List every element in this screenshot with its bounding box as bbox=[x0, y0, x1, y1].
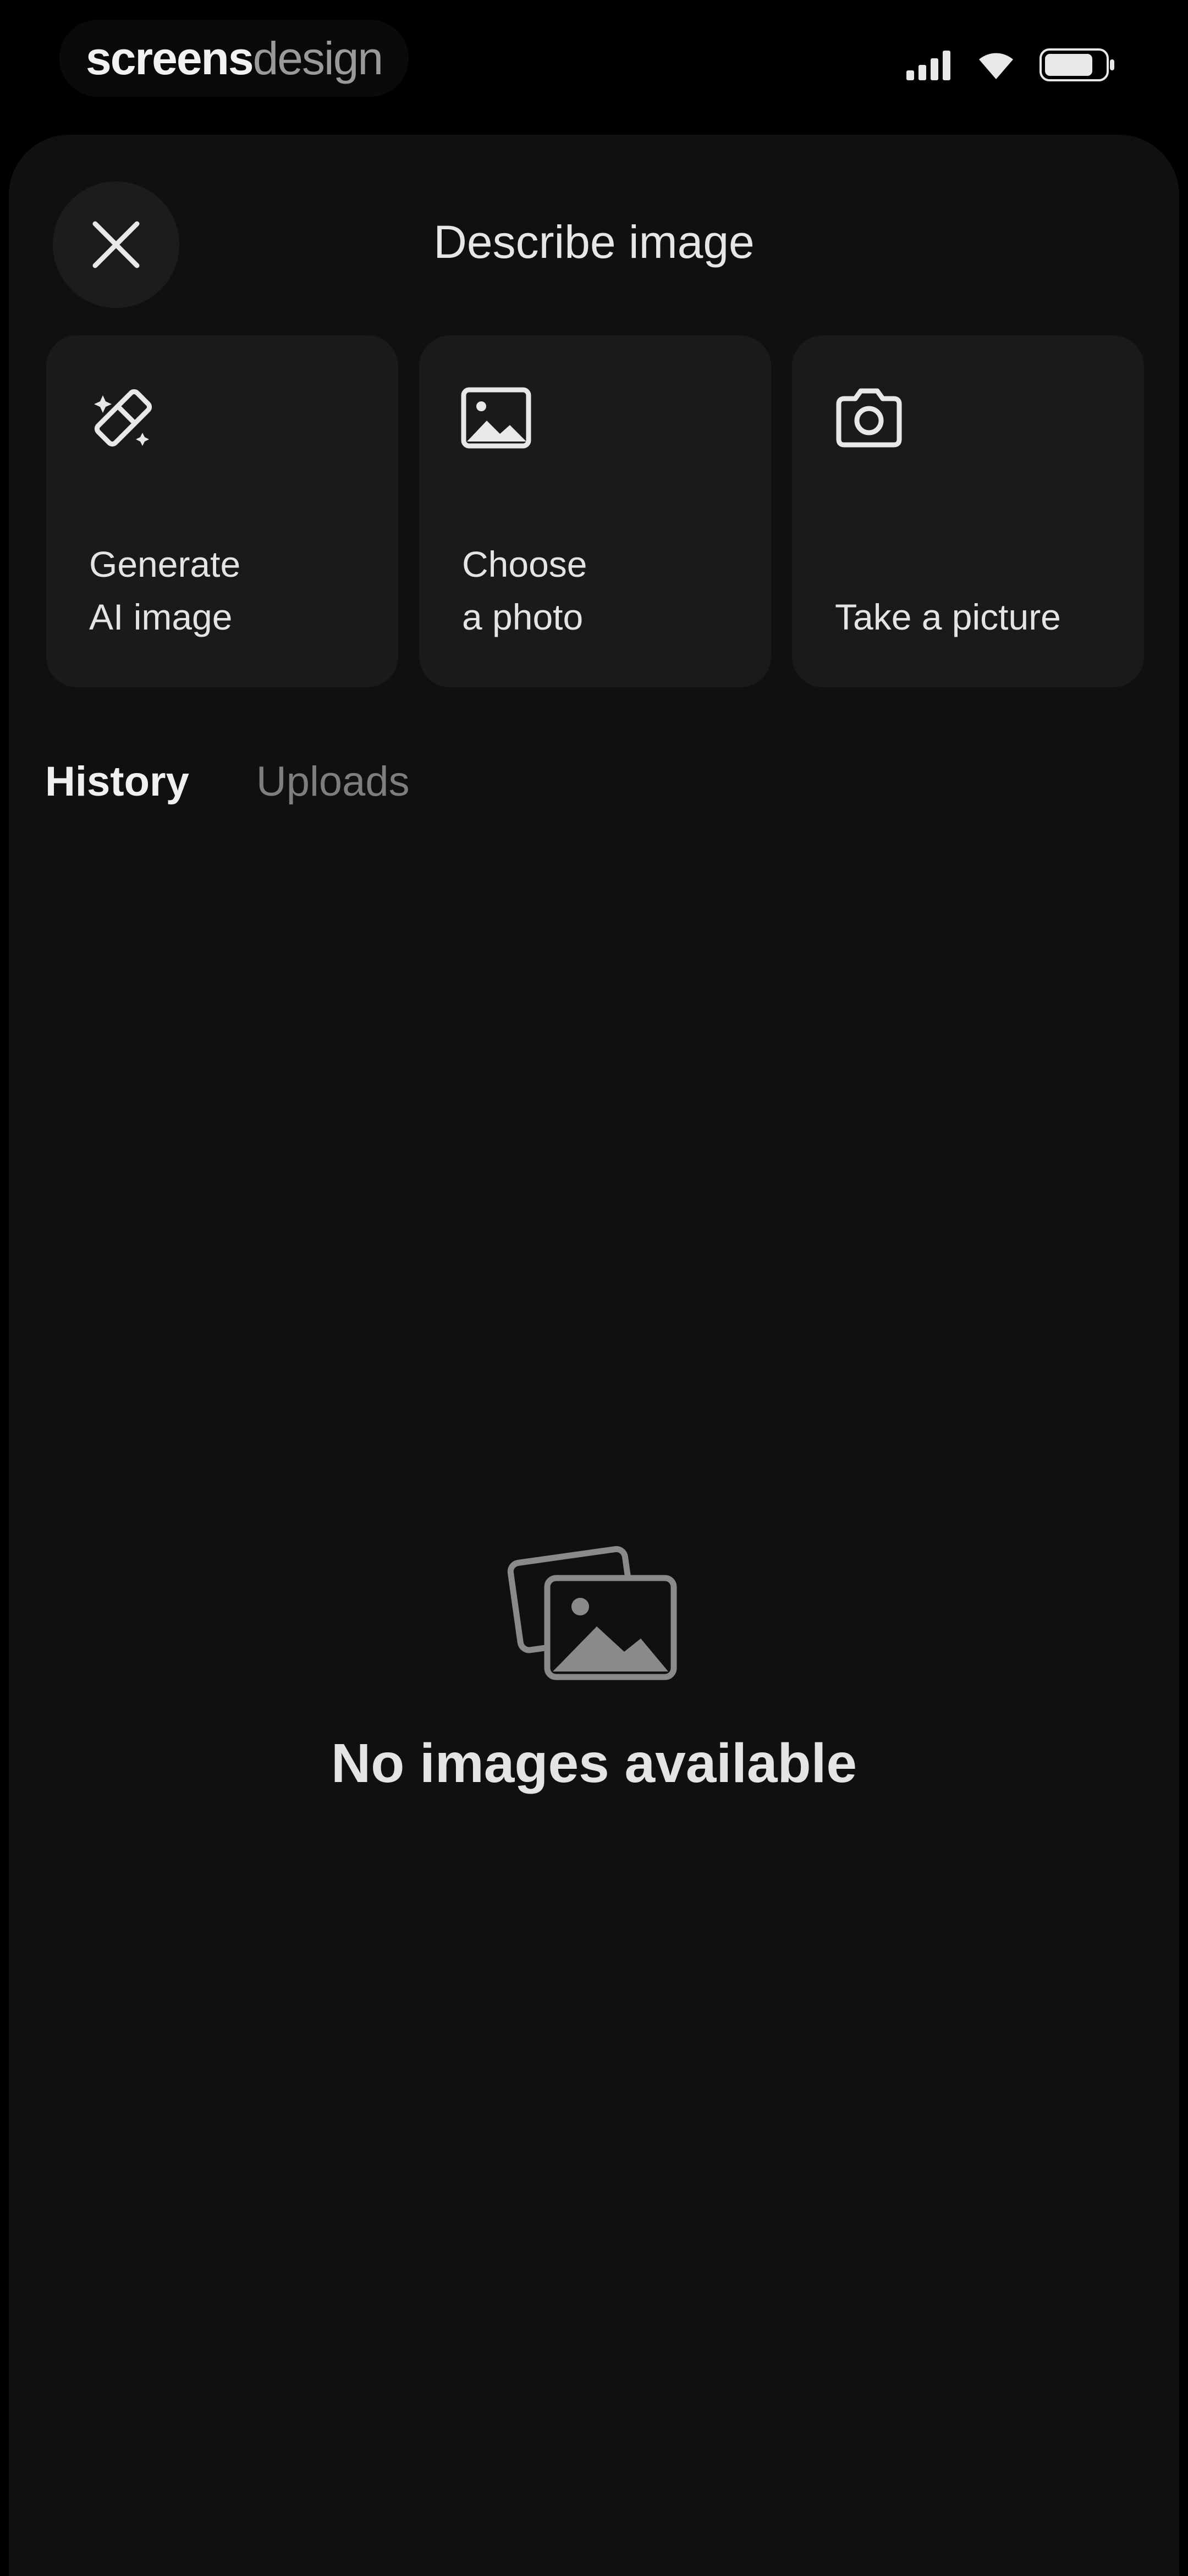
brand-light-text: design bbox=[252, 32, 384, 84]
take-picture-label: Take a picture bbox=[835, 597, 1061, 637]
brand-logo: screens design bbox=[59, 20, 409, 97]
choose-photo-card[interactable]: Choose a photo bbox=[419, 335, 771, 687]
tab-bar: History Uploads bbox=[45, 758, 410, 806]
status-icons bbox=[906, 48, 1116, 81]
empty-state: No images available bbox=[0, 1534, 1188, 1795]
action-cards: Generate AI image Choose a photo Take a … bbox=[46, 335, 1144, 687]
tab-history[interactable]: History bbox=[45, 758, 189, 806]
camera-icon bbox=[836, 388, 902, 448]
tab-uploads[interactable]: Uploads bbox=[256, 758, 410, 806]
page-title: Describe image bbox=[433, 216, 755, 268]
wifi-icon bbox=[979, 53, 1013, 79]
image-icon bbox=[461, 387, 531, 449]
status-bar: screens design bbox=[0, 0, 1188, 126]
empty-state-message: No images available bbox=[331, 1733, 857, 1794]
sparkle-icon bbox=[94, 389, 152, 447]
generate-ai-image-label: Generate AI image bbox=[89, 544, 241, 637]
choose-photo-label: Choose a photo bbox=[462, 544, 587, 637]
generate-ai-image-card[interactable]: Generate AI image bbox=[46, 335, 398, 687]
take-picture-card[interactable]: Take a picture bbox=[792, 335, 1144, 687]
signal-icon bbox=[906, 51, 950, 80]
images-stack-icon bbox=[507, 1546, 677, 1680]
brand-bold-text: screens bbox=[86, 32, 254, 84]
battery-icon bbox=[1040, 48, 1114, 81]
